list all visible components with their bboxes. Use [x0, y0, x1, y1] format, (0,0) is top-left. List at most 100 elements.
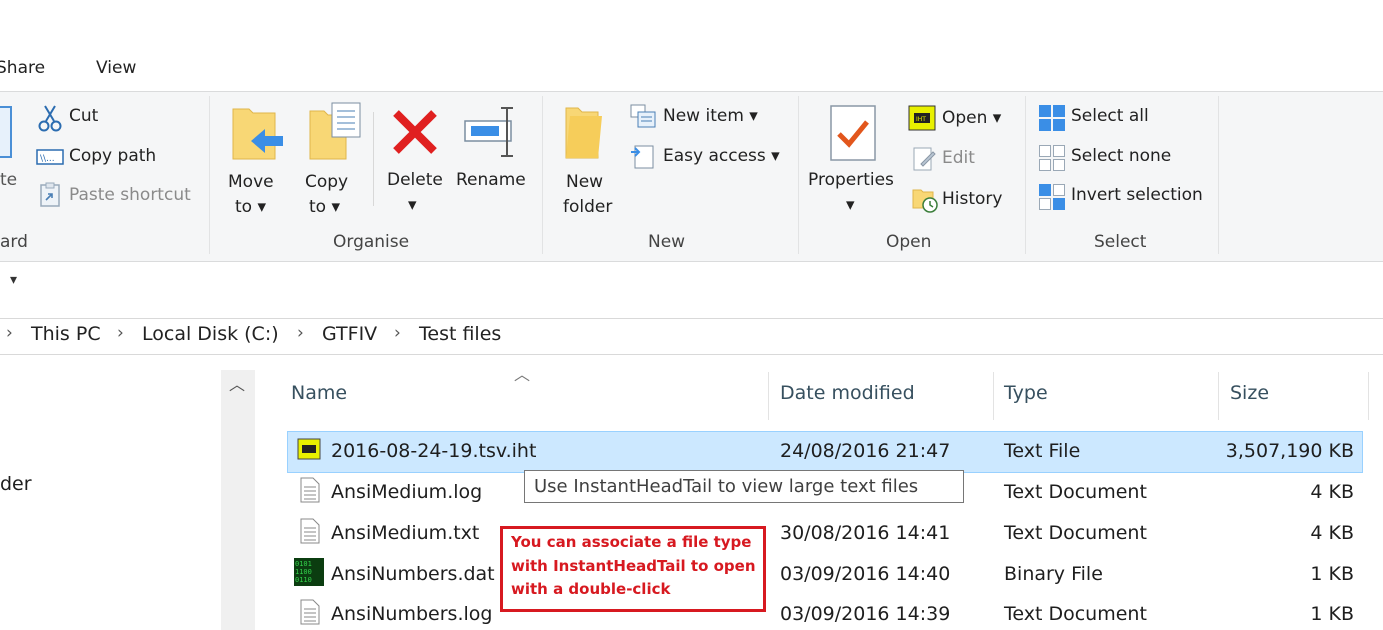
easy-access-button[interactable]: Easy access ▾	[663, 146, 780, 166]
column-header-size[interactable]: Size	[1230, 382, 1269, 404]
svg-text:0110: 0110	[295, 576, 312, 584]
select-none-icon	[1039, 145, 1065, 171]
ribbon-separator	[1025, 96, 1026, 254]
column-header-type[interactable]: Type	[1004, 382, 1048, 404]
file-date: 24/08/2016 21:47	[780, 440, 951, 462]
column-divider[interactable]	[1368, 372, 1369, 420]
column-divider[interactable]	[993, 372, 994, 420]
group-label-organise: Organise	[333, 232, 410, 252]
tab-view[interactable]: View	[96, 58, 136, 78]
tooltip: Use InstantHeadTail to view large text f…	[524, 470, 964, 503]
properties-dropdown-arrow[interactable]: ▾	[846, 195, 855, 215]
breadcrumb-local-disk[interactable]: Local Disk (C:)	[142, 323, 279, 345]
ribbon-separator	[542, 96, 543, 254]
file-name: AnsiMedium.txt	[331, 522, 480, 544]
ribbon-separator	[798, 96, 799, 254]
paste-shortcut-icon	[40, 182, 60, 207]
chevron-right-icon[interactable]: ›	[394, 323, 401, 343]
select-all-button[interactable]: Select all	[1071, 106, 1149, 126]
column-divider[interactable]	[1218, 372, 1219, 420]
column-header-name[interactable]: Name	[291, 382, 347, 404]
instantheadtail-icon: IHT	[908, 105, 936, 131]
file-name: AnsiNumbers.log	[331, 603, 493, 625]
paste-icon	[0, 106, 12, 158]
delete-icon	[393, 110, 437, 154]
iht-file-icon	[297, 438, 321, 460]
cut-button[interactable]: Cut	[69, 106, 98, 126]
rename-button[interactable]: Rename	[456, 170, 526, 190]
sort-ascending-icon: ︿	[514, 365, 531, 384]
nav-item-folder[interactable]: der	[0, 473, 32, 495]
text-file-icon	[300, 599, 320, 625]
copy-path-button[interactable]: Copy path	[69, 146, 156, 166]
new-item-icon	[630, 104, 656, 128]
column-divider[interactable]	[768, 372, 769, 420]
copy-to-dropdown[interactable]: to ▾	[305, 195, 348, 220]
paste-shortcut-button[interactable]: Paste shortcut	[69, 185, 191, 205]
history-icon	[912, 189, 938, 213]
quick-access-customize[interactable]: ▾	[10, 272, 17, 288]
file-name: AnsiMedium.log	[331, 481, 483, 503]
group-label-clipboard: ard	[0, 232, 28, 252]
select-none-button[interactable]: Select none	[1071, 146, 1171, 166]
file-type: Text File	[1004, 440, 1081, 462]
svg-text:0101: 0101	[295, 560, 312, 568]
move-to-button[interactable]: Move to ▾	[228, 170, 274, 220]
move-to-icon	[232, 108, 283, 160]
nav-pane-scrollbar[interactable]	[221, 370, 255, 630]
file-date: 03/09/2016 14:40	[780, 563, 951, 585]
file-size: 3,507,190 KB	[1225, 440, 1354, 462]
new-item-button[interactable]: New item ▾	[663, 106, 758, 126]
file-name: 2016-08-24-19.tsv.iht	[331, 440, 537, 462]
delete-button[interactable]: Delete	[387, 170, 443, 190]
ribbon-separator	[373, 112, 374, 206]
breadcrumb-test-files[interactable]: Test files	[419, 323, 501, 345]
easy-access-icon	[631, 145, 654, 169]
binary-file-icon: 0101 1100 0110	[294, 558, 324, 586]
new-folder-label-line1: New	[566, 172, 604, 192]
column-header-date-modified[interactable]: Date modified	[780, 382, 915, 404]
file-size: 1 KB	[1310, 563, 1354, 585]
tab-share[interactable]: Share	[0, 58, 45, 78]
invert-selection-button[interactable]: Invert selection	[1071, 185, 1203, 205]
file-type: Text Document	[1004, 522, 1147, 544]
file-date: 03/09/2016 14:39	[780, 603, 951, 625]
file-size: 4 KB	[1310, 522, 1354, 544]
quick-access-toolbar	[0, 262, 1383, 304]
annotation-line: with InstantHeadTail to open	[511, 556, 756, 575]
copy-to-button[interactable]: Copy to ▾	[305, 170, 348, 220]
text-file-icon	[300, 477, 320, 503]
chevron-right-icon[interactable]: ›	[117, 323, 124, 343]
breadcrumb-gtfiv[interactable]: GTFIV	[322, 323, 377, 345]
properties-icon	[830, 105, 876, 161]
annotation-line: with a double-click	[511, 580, 671, 598]
move-to-dropdown[interactable]: to ▾	[228, 195, 274, 220]
new-folder-button[interactable]: New folder	[563, 170, 612, 220]
chevron-right-icon: ›	[6, 323, 13, 343]
open-button[interactable]: Open ▾	[942, 108, 1001, 128]
file-date: 30/08/2016 14:41	[780, 522, 951, 544]
file-size: 4 KB	[1310, 481, 1354, 503]
delete-dropdown-arrow[interactable]: ▾	[408, 195, 417, 215]
properties-button[interactable]: Properties	[808, 170, 894, 190]
copy-to-label: Copy	[305, 172, 349, 192]
annotation-callout: You can associate a file type with Insta…	[500, 526, 766, 612]
ribbon-separator	[1218, 96, 1219, 254]
group-label-select: Select	[1094, 232, 1147, 252]
edit-button[interactable]: Edit	[942, 148, 975, 168]
scroll-up-icon[interactable]: ︿	[229, 371, 245, 395]
invert-selection-icon	[1039, 184, 1065, 210]
paste-button-label[interactable]: te	[0, 170, 17, 190]
group-label-new: New	[648, 232, 686, 252]
file-type: Binary File	[1004, 563, 1103, 585]
breadcrumb-this-pc[interactable]: This PC	[31, 323, 101, 345]
svg-text:\\...: \\...	[40, 154, 55, 164]
history-button[interactable]: History	[942, 189, 1002, 209]
copy-path-icon: \\...	[36, 149, 64, 165]
file-size: 1 KB	[1310, 603, 1354, 625]
rename-icon	[464, 107, 513, 157]
group-label-open: Open	[886, 232, 932, 252]
svg-text:IHT: IHT	[916, 116, 926, 123]
chevron-right-icon[interactable]: ›	[297, 323, 304, 343]
new-folder-label-line2: folder	[563, 197, 613, 217]
